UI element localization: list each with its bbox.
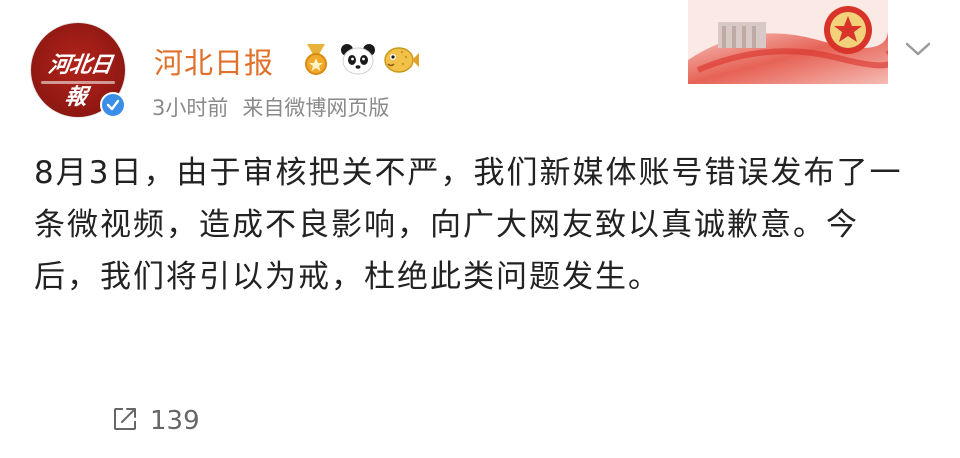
panda-badge-icon[interactable] — [340, 42, 376, 76]
avatar[interactable]: 河北日報 — [30, 22, 126, 118]
weibo-post-card: 河北日報 河北日报 3小时前 来自微博网页版 8月3日，由于审核把关不严，我们新… — [0, 0, 960, 458]
chevron-down-icon[interactable] — [904, 40, 932, 62]
avatar-logo-subline — [41, 81, 115, 84]
user-badges — [298, 42, 419, 76]
medal-badge-icon[interactable] — [298, 42, 334, 76]
verified-icon — [100, 92, 126, 118]
post-meta: 3小时前 来自微博网页版 — [152, 92, 389, 122]
account-name[interactable]: 河北日报 — [154, 40, 274, 82]
share-icon[interactable] — [112, 406, 138, 436]
post-source: 来自微博网页版 — [242, 96, 390, 120]
post-footer: 139 — [112, 406, 200, 436]
post-time[interactable]: 3小时前 — [152, 92, 228, 122]
header-banner-decoration — [688, 0, 888, 84]
pufferfish-badge-icon[interactable] — [382, 42, 419, 76]
share-count[interactable]: 139 — [150, 406, 200, 436]
post-text: 8月3日，由于审核把关不严，我们新媒体账号错误发布了一条微视频，造成不良影响，向… — [34, 155, 903, 295]
